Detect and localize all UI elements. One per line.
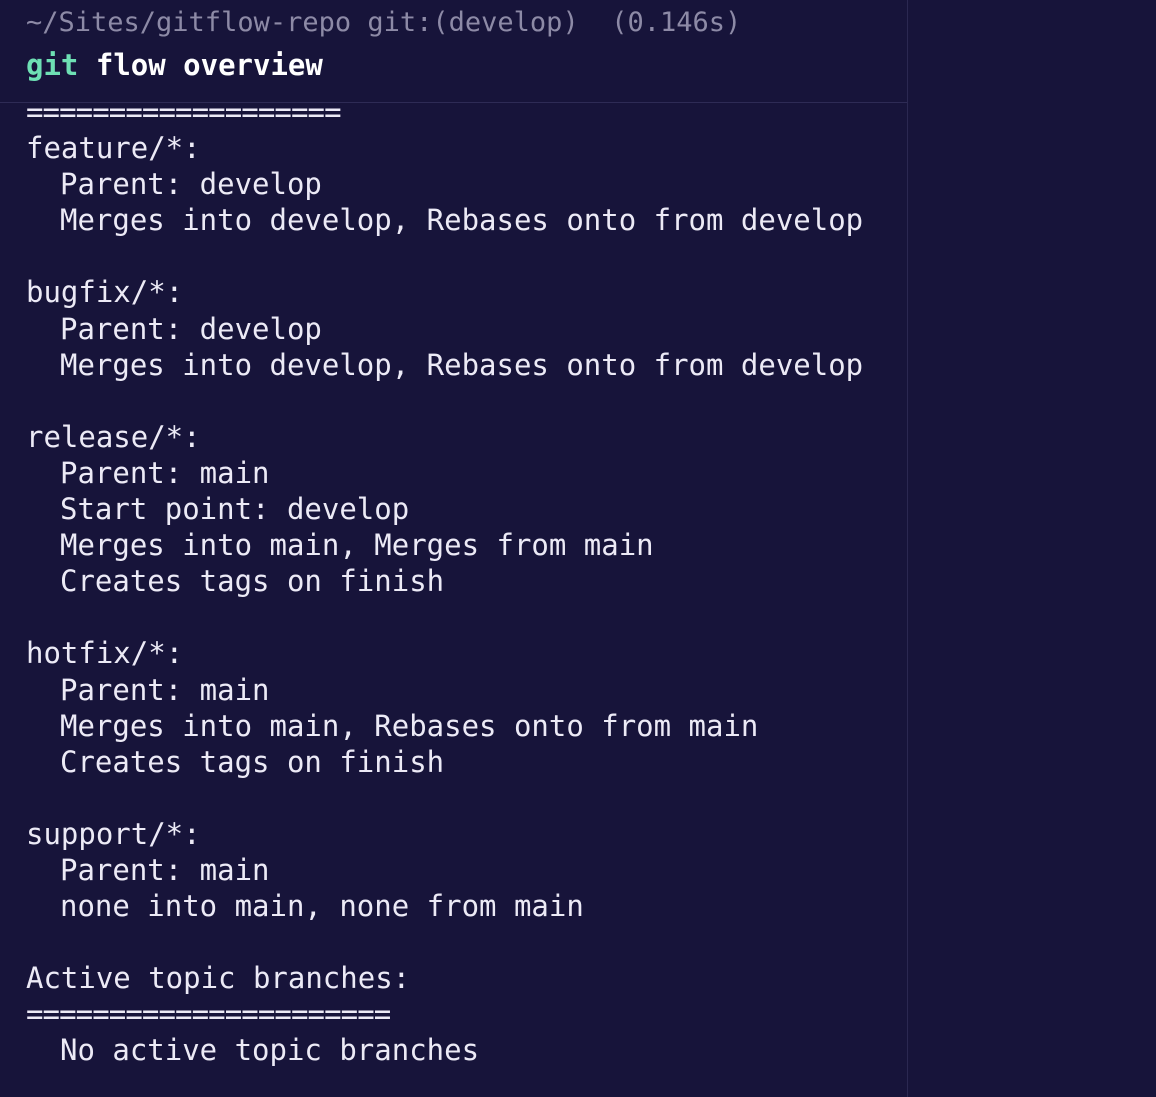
section-line: Parent: main — [60, 455, 270, 490]
section-header-feature: feature/*: — [26, 131, 201, 166]
active-branches-message: No active topic branches — [60, 1033, 480, 1068]
section-header-support: support/*: — [26, 816, 201, 851]
prompt-line: ~/Sites/gitflow-repo git:(develop) (0.14… — [26, 6, 741, 40]
section-line: Parent: main — [60, 852, 270, 887]
prompt-path: ~/Sites/gitflow-repo — [26, 7, 352, 38]
side-pane[interactable] — [908, 0, 1156, 1097]
terminal-window[interactable]: ~/Sites/gitflow-repo git:(develop) (0.14… — [0, 0, 1156, 1097]
command-program: git — [26, 48, 79, 82]
command-args: flow overview — [95, 48, 323, 82]
section-header-bugfix: bugfix/*: — [26, 275, 184, 310]
prompt-git-branch: git:(develop) — [367, 7, 579, 38]
section-line: Parent: develop — [60, 167, 322, 202]
section-header-hotfix: hotfix/*: — [26, 636, 184, 671]
command-block[interactable]: ~/Sites/gitflow-repo git:(develop) (0.14… — [0, 0, 907, 103]
section-line: Creates tags on finish — [60, 564, 445, 599]
section-line: Merges into main, Merges from main — [60, 528, 654, 563]
section-line: Merges into main, Rebases onto from main — [60, 708, 759, 743]
section-line: Parent: main — [60, 672, 270, 707]
section-line: Merges into develop, Rebases onto from d… — [60, 347, 864, 382]
terminal-pane[interactable]: ~/Sites/gitflow-repo git:(develop) (0.14… — [0, 0, 908, 1097]
section-header-release: release/*: — [26, 419, 201, 454]
section-line: Parent: develop — [60, 311, 322, 346]
active-branches-header: Active topic branches: — [26, 961, 411, 996]
prompt-duration: (0.146s) — [611, 7, 742, 38]
output-top-rule: =================== — [26, 95, 342, 129]
active-branches-rule: ====================== — [26, 997, 391, 1032]
section-line: none into main, none from main — [60, 889, 584, 924]
section-line: Creates tags on finish — [60, 744, 445, 779]
section-line: Merges into develop, Rebases onto from d… — [60, 203, 864, 238]
section-line: Start point: develop — [60, 492, 410, 527]
command-output: =================== feature/*: Parent: d… — [26, 94, 896, 1069]
command-line: git flow overview — [26, 47, 323, 83]
